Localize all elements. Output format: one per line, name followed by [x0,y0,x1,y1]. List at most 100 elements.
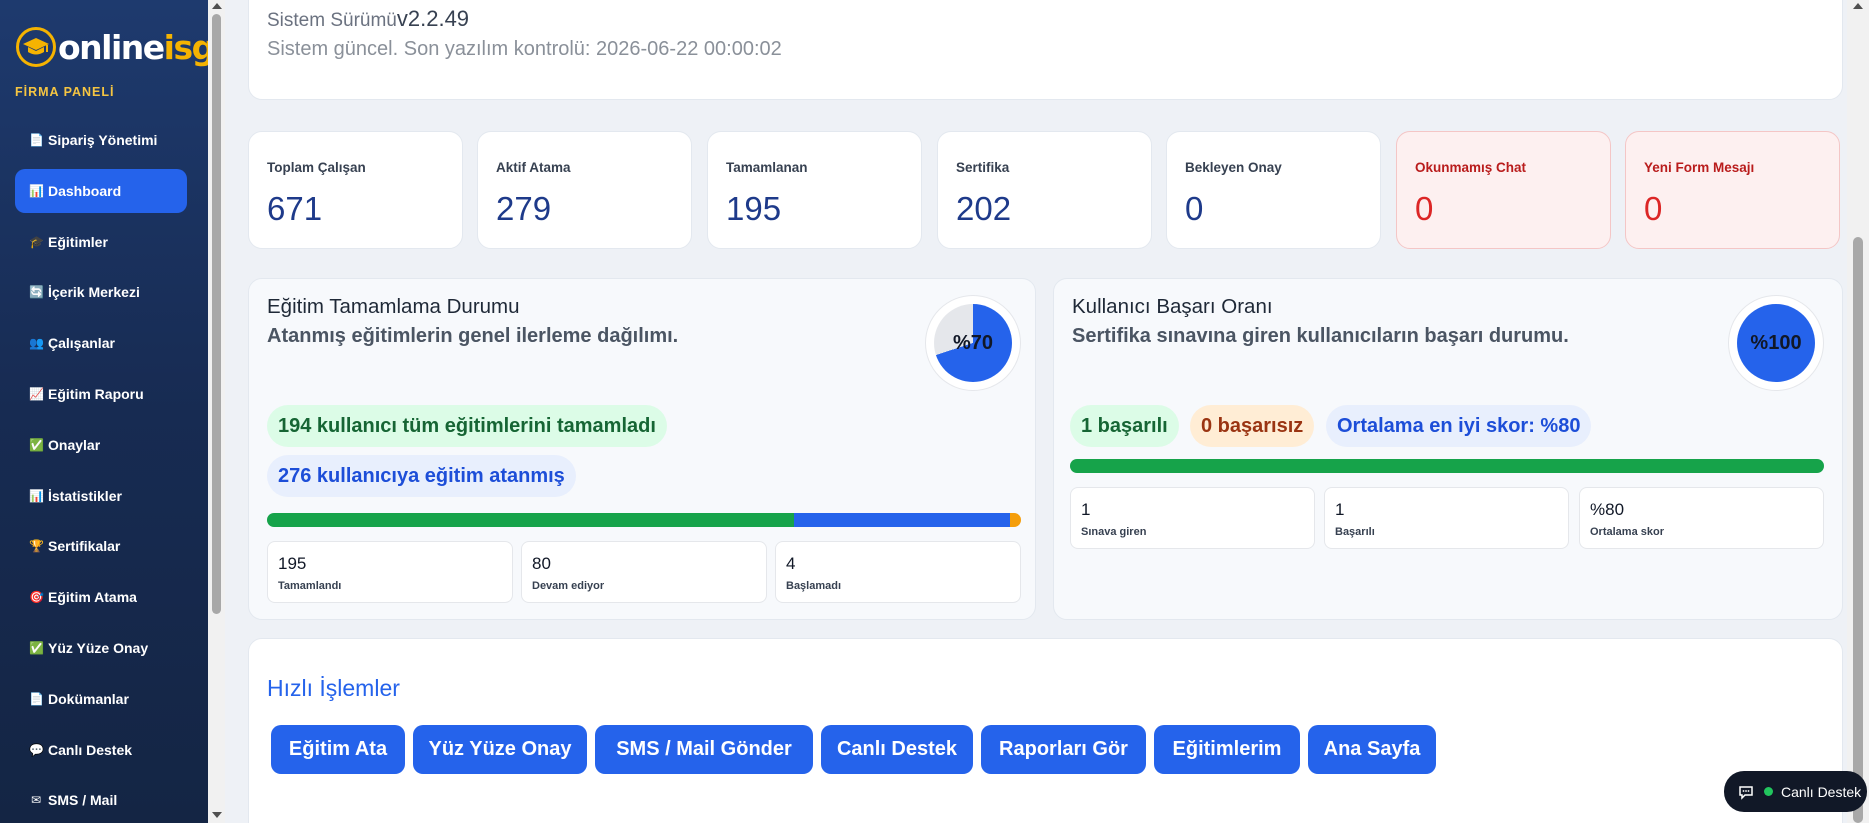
stat-card-0: Toplam Çalışan 671 [248,131,463,249]
stat-card-value: 0 [1415,190,1434,227]
sidebar-item-4[interactable]: 👥 Çalışanlar [15,321,187,365]
version-value: v2.2.49 [396,6,470,31]
chat-bubble-icon: 💬 [29,742,44,757]
graduation-cap-icon: 🎓 [29,234,44,249]
sidebar-item-label: Yüz Yüze Onay [48,639,149,656]
sidebar-item-label: Sipariş Yönetimi [48,132,158,148]
scroll-up-arrow-icon[interactable] [1853,3,1863,9]
mini-label: Başarılı [1335,526,1375,538]
sidebar-item-9[interactable]: 🎯 Eğitim Atama [15,575,187,619]
quick-action-button-3[interactable]: Canlı Destek [821,725,973,774]
online-status-dot [1764,787,1773,796]
sidebar-item-12[interactable]: 💬 Canlı Destek [15,728,187,772]
stat-card-label: Tamamlanan [726,160,808,175]
quick-action-button-4[interactable]: Raporları Gör [981,725,1146,774]
stat-average-score: %80 Ortalama skor [1579,487,1824,549]
sidebar-item-label: Dashboard [48,182,122,199]
mini-value: %80 [1590,500,1625,519]
sidebar-item-7[interactable]: 📊 İstatistikler [15,474,187,518]
stat-card-label: Sertifika [956,160,1010,175]
stat-card-value: 0 [1644,190,1663,227]
not-started-segment [1010,513,1021,527]
chat-bubble-icon [1739,785,1753,800]
sidebar-item-8[interactable]: 🏆 Sertifikalar [15,524,187,568]
completion-donut: %70 [925,295,1021,391]
stat-card-label: Toplam Çalışan [267,160,366,175]
scroll-down-arrow-icon[interactable] [212,812,222,818]
mini-label: Ortalama skor [1590,526,1664,538]
quick-actions-buttons: Eğitim Ata Yüz Yüze Onay SMS / Mail Gönder… [271,725,1444,774]
quick-action-button-5[interactable]: Eğitimlerim [1154,725,1300,774]
sidebar-scrollbar-thumb[interactable] [212,14,221,614]
sidebar-scrollbar[interactable] [208,0,225,823]
stat-card-3: Sertifika 202 [937,131,1152,249]
check-icon: ✅ [29,437,44,452]
bar-chart-icon: 📊 [29,183,44,198]
success-donut: %100 [1728,295,1824,391]
refresh-icon: 🔄 [29,285,44,300]
main-scrollbar-thumb[interactable] [1853,237,1863,823]
quick-actions-title: Hızlı İşlemler [267,675,400,701]
sidebar-item-2[interactable]: 🎓 Eğitimler [15,220,187,264]
stat-card-label: Aktif Atama [496,160,571,175]
success-segment [1070,459,1824,473]
success-donut-label: %100 [1750,331,1802,354]
stat-in-progress: 80 Devam ediyor [521,541,767,603]
quick-action-button-2[interactable]: SMS / Mail Gönder [595,725,813,774]
check-icon: ✅ [29,640,44,655]
completion-donut-label: %70 [952,331,994,354]
sidebar-item-label: Eğitimler [48,233,108,250]
success-donut-ring: %100 [1737,304,1815,382]
quick-action-button-6[interactable]: Ana Sayfa [1308,725,1436,774]
stat-exam-takers: 1 Sınava giren [1070,487,1315,549]
sidebar-item-label: İstatistikler [48,487,122,504]
stat-card-4: Bekleyen Onay 0 [1166,131,1381,249]
panel-title: Kullanıcı Başarı Oranı [1072,295,1273,318]
stat-card-value: 0 [1185,190,1204,227]
mini-value: 80 [532,554,551,573]
stat-not-started: 4 Başlamadı [775,541,1021,603]
sidebar-item-13[interactable]: ✉ SMS / Mail [15,778,187,822]
sidebar-item-10[interactable]: ✅ Yüz Yüze Onay [15,626,187,670]
mail-icon: ✉ [30,793,42,808]
scroll-up-arrow-icon[interactable] [212,3,222,9]
stat-card-label: Yeni Form Mesajı [1644,160,1755,175]
mini-label: Başlamadı [786,580,842,592]
stat-card-value: 671 [267,190,323,227]
quick-action-button-1[interactable]: Yüz Yüze Onay [413,725,587,774]
live-support-button[interactable]: Canlı Destek [1724,771,1867,812]
main-scrollbar[interactable] [1847,0,1869,823]
success-rate-panel: Kullanıcı Başarı Oranı Sertifika sınavın… [1053,278,1843,620]
logo-text: onlineisg [58,27,215,67]
stat-card-value: 202 [956,190,1012,227]
assigned-users-pill: 276 kullanıcıya eğitim atanmış [267,455,576,497]
version-status: Sistem güncel. Son yazılım kontrolü: 202… [267,38,782,60]
sidebar-item-0[interactable]: 📄 Sipariş Yönetimi [15,118,187,162]
mini-value: 1 [1081,500,1091,519]
stat-card-2: Tamamlanan 195 [707,131,922,249]
quick-actions-card: Hızlı İşlemler Eğitim Ata Yüz Yüze Onay SM… [248,638,1843,823]
training-completion-panel: Eğitim Tamamlama Durumu Atanmış eğitimle… [248,278,1036,620]
sidebar-item-5[interactable]: 📈 Eğitim Raporu [15,372,187,416]
in-progress-segment [793,513,1011,527]
panel-title: Eğitim Tamamlama Durumu [267,295,520,318]
document-icon: 📄 [29,691,44,706]
sidebar-item-1[interactable]: 📊 Dashboard [15,168,187,213]
version-line: Sistem Sürümüv2.2.49 [267,6,469,32]
quick-action-button-0[interactable]: Eğitim Ata [271,725,405,774]
mini-label: Sınava giren [1081,526,1147,538]
sidebar-item-6[interactable]: ✅ Onaylar [15,423,187,467]
logo-text-main: online [58,27,165,67]
graduation-cap-logo-icon [16,27,56,67]
sidebar-item-11[interactable]: 📄 Dokümanlar [15,677,187,721]
sidebar-item-label: İçerik Merkezi [48,284,140,301]
stat-card-5: Okunmamış Chat 0 [1396,131,1611,249]
logo[interactable]: onlineisg [16,22,215,72]
mini-label: Devam ediyor [532,580,605,592]
sidebar-item-3[interactable]: 🔄 İçerik Merkezi [15,270,187,314]
panel-label: FİRMA PANELİ [15,85,115,99]
success-progress-bar [1070,459,1824,473]
sidebar-item-label: SMS / Mail [48,792,118,809]
users-icon: 👥 [29,336,44,351]
stat-successful: 1 Başarılı [1324,487,1569,549]
